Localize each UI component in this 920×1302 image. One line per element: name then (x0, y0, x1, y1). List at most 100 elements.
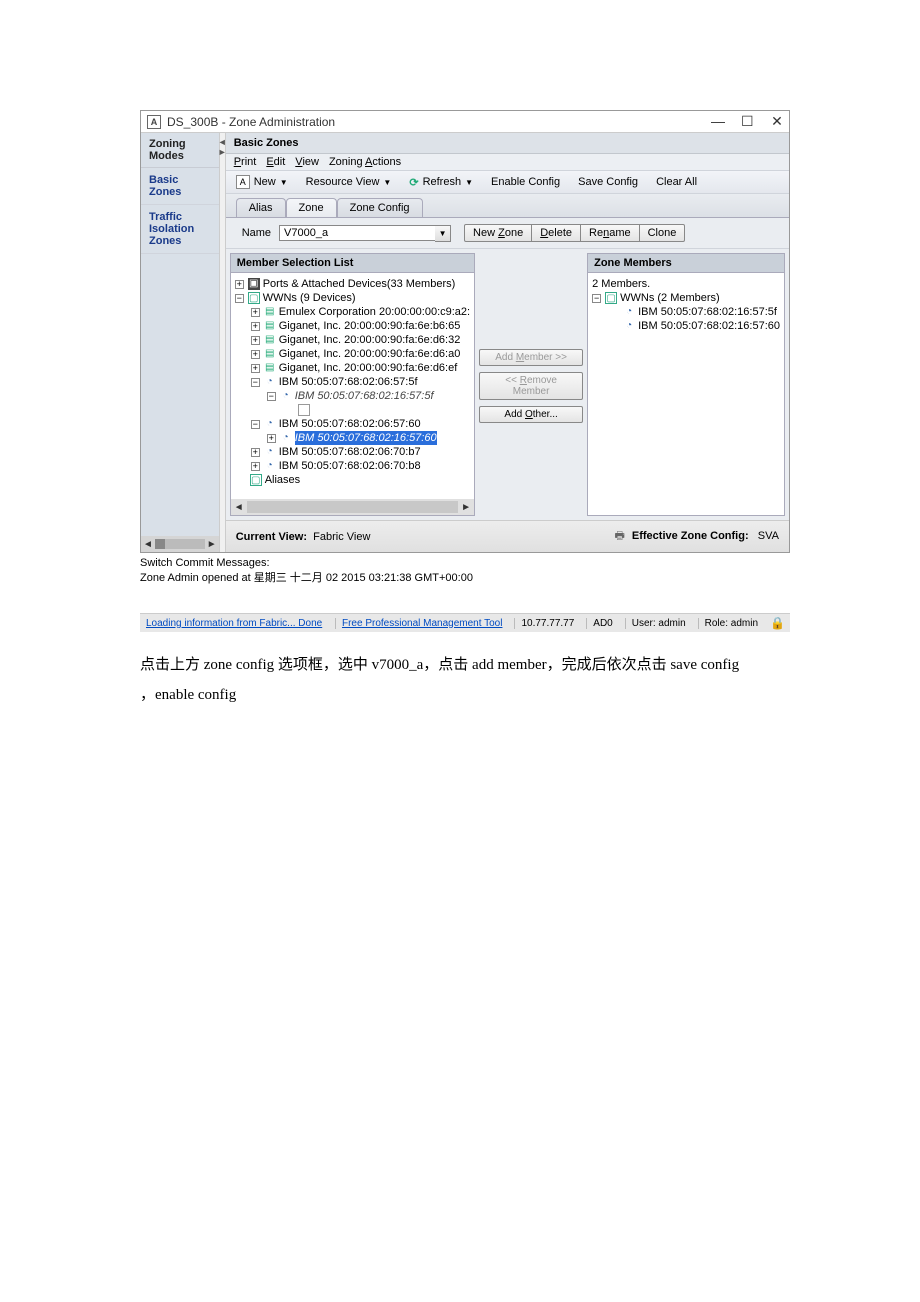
wwn-icon: ▢ (248, 292, 260, 304)
tree-scrollbar[interactable]: ◄ ► (231, 499, 474, 515)
menu-zoning-actions[interactable]: Zoning Actions (329, 156, 401, 168)
tree-row: +◔IBM 50:05:07:68:02:06:70:b7 (235, 445, 470, 459)
tab-alias[interactable]: Alias (236, 198, 286, 217)
close-button[interactable]: ✕ (771, 113, 783, 130)
status-bar: Loading information from Fabric... Done … (140, 613, 790, 632)
expand-icon[interactable]: + (251, 336, 260, 345)
instruction-line-1: 点击上方 zone config 选项框，选中 v7000_a，点击 add m… (140, 650, 790, 680)
tree-row: +▤Giganet, Inc. 20:00:00:90:fa:6e:d6:a0 (235, 347, 470, 361)
enable-config-button[interactable]: Enable Config (491, 176, 560, 188)
members-summary: 2 Members. (592, 277, 780, 291)
menu-edit[interactable]: Edit (266, 156, 285, 168)
add-member-button[interactable]: Add Member >> (479, 349, 583, 366)
status-role: Role: admin (698, 618, 764, 629)
expand-icon[interactable]: + (251, 448, 260, 457)
tree-row (235, 403, 470, 417)
alias-icon: ▢ (250, 474, 262, 486)
lists-row: Member Selection List +▣Ports & Attached… (226, 249, 789, 520)
scroll-left-icon[interactable]: ◄ (143, 539, 153, 550)
tree-row: −▢WWNs (2 Members) (592, 291, 780, 305)
caret-down-icon: ▼ (465, 178, 473, 187)
document-icon (298, 404, 310, 416)
name-row: Name ▼ New Zone Delete Rename Clone (226, 218, 789, 249)
tree-row: +◔IBM 50:05:07:68:02:06:70:b8 (235, 459, 470, 473)
tab-zone[interactable]: Zone (286, 198, 337, 217)
resource-view-button[interactable]: Resource View ▼ (306, 176, 392, 188)
disk-icon: ◔ (264, 446, 276, 458)
instruction-line-2: ，enable config (140, 680, 790, 710)
expand-icon[interactable]: + (251, 308, 260, 317)
status-ad: AD0 (586, 618, 618, 629)
lock-icon: 🔒 (770, 616, 784, 630)
expand-icon[interactable]: + (251, 350, 260, 359)
zone-name-dropdown[interactable]: ▼ (435, 225, 451, 242)
disk-icon: ◔ (264, 376, 276, 388)
disk-icon: ◔ (264, 460, 276, 472)
member-selection-title: Member Selection List (230, 253, 475, 272)
tree-row: +▤Giganet, Inc. 20:00:00:90:fa:6e:d6:ef (235, 361, 470, 375)
sidebar-item-traffic-isolation[interactable]: Traffic Isolation Zones (141, 205, 219, 254)
tree-row: −◔IBM 50:05:07:68:02:16:57:5f (235, 389, 470, 403)
expand-icon[interactable]: + (267, 434, 276, 443)
zone-name-input[interactable] (279, 225, 439, 241)
zone-admin-window: A DS_300B - Zone Administration — ☐ ✕ Zo… (140, 110, 790, 553)
disk-icon: ◔ (264, 418, 276, 430)
new-zone-button[interactable]: New Zone (464, 224, 532, 242)
zone-members-title: Zone Members (587, 253, 785, 272)
clone-button[interactable]: Clone (639, 224, 686, 242)
rename-button[interactable]: Rename (580, 224, 640, 242)
port-icon: ▣ (248, 278, 260, 290)
delete-button[interactable]: Delete (531, 224, 581, 242)
zone-members-panel: Zone Members 2 Members. −▢WWNs (2 Member… (583, 249, 789, 520)
clear-all-button[interactable]: Clear All (656, 176, 697, 188)
maximize-button[interactable]: ☐ (741, 113, 753, 130)
tree-row: +▣Ports & Attached Devices(33 Members) (235, 277, 470, 291)
status-ip: 10.77.77.77 (514, 618, 580, 629)
scroll-right-icon[interactable]: ► (207, 539, 217, 550)
main-panel: Basic Zones Print Edit View Zoning Actio… (226, 133, 789, 552)
chip-icon: ▤ (264, 320, 276, 332)
commit-line: Zone Admin opened at 星期三 十二月 02 2015 03:… (140, 569, 790, 585)
add-other-button[interactable]: Add Other... (479, 406, 583, 423)
collapse-icon[interactable]: − (592, 294, 601, 303)
minimize-button[interactable]: — (711, 113, 723, 130)
tree-row: −◔IBM 50:05:07:68:02:06:57:60 (235, 417, 470, 431)
menu-view[interactable]: View (295, 156, 319, 168)
collapse-icon[interactable]: − (235, 294, 244, 303)
caret-down-icon: ▼ (383, 178, 391, 187)
save-config-button[interactable]: Save Config (578, 176, 638, 188)
expand-icon[interactable]: + (251, 462, 260, 471)
status-mgmt-link[interactable]: Free Professional Management Tool (335, 618, 508, 629)
status-user: User: admin (625, 618, 692, 629)
effective-config-label: Effective Zone Config: (632, 530, 749, 542)
tree-row: ◔IBM 50:05:07:68:02:16:57:5f (592, 305, 780, 319)
tree-row: −◔IBM 50:05:07:68:02:06:57:5f (235, 375, 470, 389)
expand-icon[interactable]: + (235, 280, 244, 289)
scroll-left-icon[interactable]: ◄ (231, 502, 247, 513)
instructions: 点击上方 zone config 选项框，选中 v7000_a，点击 add m… (140, 650, 790, 710)
menu-print[interactable]: Print (234, 156, 257, 168)
status-loading: Loading information from Fabric... Done (146, 618, 322, 629)
expand-icon[interactable]: + (251, 364, 260, 373)
collapse-icon[interactable]: − (251, 420, 260, 429)
collapse-icon[interactable]: − (251, 378, 260, 387)
collapse-icon[interactable]: − (267, 392, 276, 401)
zone-members-tree[interactable]: 2 Members. −▢WWNs (2 Members) ◔IBM 50:05… (587, 272, 785, 516)
member-selection-tree[interactable]: +▣Ports & Attached Devices(33 Members) −… (230, 272, 475, 516)
tab-zone-config[interactable]: Zone Config (337, 198, 423, 217)
sidebar-item-basic-zones[interactable]: Basic Zones (141, 168, 219, 205)
commit-header: Switch Commit Messages: (140, 557, 790, 569)
expand-icon[interactable]: + (251, 322, 260, 331)
new-icon: A (236, 175, 250, 189)
scroll-right-icon[interactable]: ► (458, 502, 474, 513)
remove-member-button[interactable]: << Remove Member (479, 372, 583, 400)
app-icon: A (147, 115, 161, 129)
tree-row: ◔IBM 50:05:07:68:02:16:57:60 (592, 319, 780, 333)
sidebar-scrollbar[interactable]: ◄ ► (141, 536, 219, 552)
printer-icon[interactable]: 🖶 (614, 530, 624, 542)
tree-row: +▤Giganet, Inc. 20:00:00:90:fa:6e:d6:32 (235, 333, 470, 347)
chip-icon: ▤ (264, 348, 276, 360)
new-button[interactable]: A New ▼ (236, 175, 288, 189)
refresh-button[interactable]: ⟳ Refresh ▼ (409, 176, 473, 189)
disk-icon: ◔ (280, 390, 292, 402)
